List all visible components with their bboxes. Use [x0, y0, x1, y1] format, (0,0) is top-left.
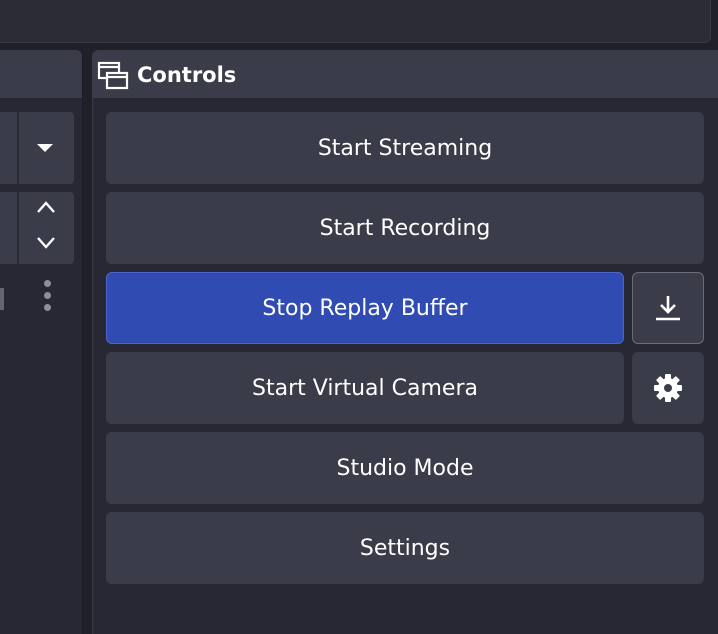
start-recording-button[interactable]: Start Recording: [106, 192, 704, 264]
spin-divider: [17, 192, 19, 264]
start-virtual-camera-button[interactable]: Start Virtual Camera: [106, 352, 624, 424]
chevron-down-icon[interactable]: [37, 144, 53, 152]
combo-box[interactable]: [0, 112, 74, 184]
top-panel: [0, 0, 711, 43]
stop-replay-buffer-button[interactable]: Stop Replay Buffer: [106, 272, 624, 344]
more-vertical-icon[interactable]: [42, 280, 54, 316]
download-icon: [656, 296, 680, 321]
window-dock-icon: [97, 61, 129, 90]
virtual-camera-settings-button[interactable]: [632, 352, 704, 424]
gear-icon: [654, 374, 682, 402]
settings-button[interactable]: Settings: [106, 512, 704, 584]
spin-box[interactable]: [0, 192, 74, 264]
combo-divider: [17, 112, 19, 184]
start-streaming-button[interactable]: Start Streaming: [106, 112, 704, 184]
save-replay-button[interactable]: [632, 272, 704, 344]
chevron-up-icon[interactable]: [36, 200, 56, 214]
cut-off-icon: [0, 288, 4, 310]
controls-title: Controls: [137, 63, 237, 87]
studio-mode-button[interactable]: Studio Mode: [106, 432, 704, 504]
chevron-down-icon[interactable]: [36, 236, 56, 250]
left-dock: [0, 50, 83, 634]
left-dock-header: [0, 50, 82, 98]
controls-dock-header: Controls: [93, 50, 718, 98]
